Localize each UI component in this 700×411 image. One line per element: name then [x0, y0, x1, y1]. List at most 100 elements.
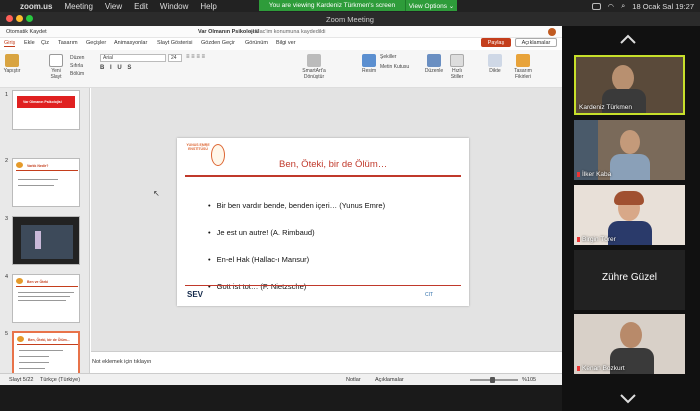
- institute-logo: [211, 144, 225, 166]
- tab-view[interactable]: Görünüm: [245, 40, 268, 46]
- menu-help[interactable]: Help: [200, 2, 216, 11]
- chevron-up-icon[interactable]: [620, 34, 636, 44]
- notes-pane[interactable]: Not eklemek için tıklayın: [91, 351, 562, 373]
- thumbnail-text-line: [19, 362, 49, 363]
- battery-icon[interactable]: [591, 2, 601, 10]
- thumbnail-rule: [17, 344, 78, 345]
- menu-edit[interactable]: Edit: [134, 2, 148, 11]
- designer-button[interactable]: Tasarım Fikirleri: [512, 54, 534, 80]
- autosave-toggle[interactable]: Otomatik Kaydet: [6, 29, 47, 35]
- tab-draw[interactable]: Çiz: [41, 40, 49, 46]
- tab-transitions[interactable]: Geçişler: [86, 40, 106, 46]
- thumbnail-slide-3[interactable]: [12, 216, 80, 265]
- tab-tell-me[interactable]: Bilgi ver: [276, 40, 296, 46]
- current-slide[interactable]: YUNUS EMRE ENSTİTÜSÜ Ben, Öteki, bir de …: [177, 138, 469, 306]
- share-button[interactable]: Paylaş: [481, 38, 511, 47]
- tab-design[interactable]: Tasarım: [58, 40, 78, 46]
- tab-home[interactable]: Giriş: [4, 40, 16, 47]
- clock-label[interactable]: 18 Ocak Sal 19:27: [632, 2, 694, 11]
- designer-icon: [516, 54, 530, 67]
- thumbnail-text-line: [18, 292, 74, 293]
- video-tile-ilker[interactable]: İlker Kaba: [574, 120, 685, 180]
- comments-toggle[interactable]: Açıklamalar: [375, 377, 404, 383]
- thumbnail-text-line: [19, 368, 45, 369]
- notes-placeholder[interactable]: Not eklemek için tıklayın: [92, 359, 151, 365]
- status-bar: Slayt 5/22 Türkçe (Türkiye) Notlar Açıkl…: [0, 373, 562, 385]
- convert-smartart-button[interactable]: SmartArt'a Dönüştür: [298, 54, 330, 80]
- muted-mic-icon: [577, 171, 580, 177]
- quick-styles-button[interactable]: Hızlı Stiller: [448, 54, 466, 80]
- slide-thumbnails-pane: 1 Var Olmanın Psikolojisi 2 Varlık Nedir…: [0, 88, 90, 394]
- tab-animations[interactable]: Animasyonlar: [114, 40, 147, 46]
- clipboard-icon: [5, 54, 19, 67]
- tab-review[interactable]: Gözden Geçir: [201, 40, 235, 46]
- menu-window[interactable]: Window: [160, 2, 188, 11]
- tab-insert[interactable]: Ekle: [24, 40, 35, 46]
- thumbnail-slide-1[interactable]: Var Olmanın Psikolojisi: [12, 90, 80, 130]
- textbox-button[interactable]: Metin Kutusu: [380, 64, 409, 70]
- participant-name: İlker Kaba: [577, 171, 611, 178]
- language-indicator[interactable]: Türkçe (Türkiye): [40, 377, 80, 383]
- slide-bullet[interactable]: Je est un autre! (A. Rimbaud): [208, 228, 315, 237]
- slide-bullet[interactable]: En-el Hak (Hallac-ı Mansur): [208, 255, 310, 264]
- participant-name: Birgin Törer: [577, 236, 616, 243]
- participant-body: [610, 154, 650, 180]
- paragraph-controls[interactable]: ≡ ≡ ≡ ≡: [186, 54, 286, 80]
- layout-button[interactable]: Düzen: [70, 54, 84, 62]
- window-titlebar: Zoom Meeting: [0, 12, 700, 26]
- participant-name-placeholder: Zühre Güzel: [601, 272, 658, 283]
- paste-button[interactable]: Yapıştır: [3, 54, 21, 74]
- arrange-button[interactable]: Düzenle: [424, 54, 444, 74]
- menu-meeting[interactable]: Meeting: [64, 2, 92, 11]
- slide-bullet[interactable]: Bir ben vardır bende, benden içeri… (Yun…: [208, 201, 385, 210]
- chevron-down-icon[interactable]: [620, 394, 636, 404]
- thumbnail-title: Ben ve Öteki: [27, 280, 49, 284]
- thumbnail-number: 1: [5, 92, 9, 98]
- ribbon-toolbar: Yapıştır Yeni Slayt Düzen Sıfırla Bölüm …: [0, 50, 562, 88]
- new-slide-button[interactable]: Yeni Slayt: [46, 54, 66, 80]
- maximize-window-button[interactable]: [26, 15, 33, 22]
- tab-slideshow[interactable]: Slayt Gösterisi: [157, 40, 192, 46]
- participant-name: Kenan Bozkurt: [577, 365, 625, 372]
- zoom-level[interactable]: %105: [522, 377, 536, 383]
- search-icon[interactable]: ⌕: [621, 1, 625, 11]
- video-tile-kenan[interactable]: Kenan Bozkurt: [574, 314, 685, 374]
- slide-title[interactable]: Ben, Öteki, bir de Ölüm…: [279, 159, 387, 170]
- menu-app-name[interactable]: zoom.us: [20, 2, 52, 11]
- video-tile-zuhre[interactable]: Zühre Güzel: [574, 250, 685, 310]
- dictate-button[interactable]: Dikte: [485, 54, 505, 74]
- notes-toggle[interactable]: Notlar: [346, 377, 361, 383]
- comments-button[interactable]: Açıklamalar: [515, 38, 557, 47]
- screen-share-banner: You are viewing Kardeniz Türkmen's scree…: [259, 0, 405, 11]
- institute-logo-text: YUNUS EMRE ENSTİTÜSÜ: [186, 143, 210, 151]
- font-family-select[interactable]: Arial: [100, 54, 166, 62]
- picture-icon: [362, 54, 376, 67]
- footer-rule: [185, 285, 461, 286]
- slide-bullet[interactable]: Gott ist tot… (F. Nietzsche): [208, 282, 307, 291]
- picture-button[interactable]: Resim: [362, 54, 376, 74]
- close-window-button[interactable]: [6, 15, 13, 22]
- reset-button[interactable]: Sıfırla: [70, 62, 84, 70]
- wifi-icon[interactable]: ◠: [608, 2, 615, 11]
- thumbnail-number: 2: [5, 158, 9, 164]
- logo-icon: [16, 162, 23, 168]
- menu-view[interactable]: View: [105, 2, 122, 11]
- thumbnail-rule: [16, 170, 78, 171]
- thumbnail-slide-2[interactable]: Varlık Nedir?: [12, 158, 80, 207]
- view-options-button[interactable]: View Options ⌄: [405, 0, 457, 11]
- thumbnail-title: Var Olmanın Psikolojisi: [23, 100, 62, 104]
- shapes-button[interactable]: Şekiller: [380, 54, 396, 60]
- participant-name-text: Birgin Törer: [582, 236, 616, 243]
- video-tile-birgin[interactable]: Birgin Törer: [574, 185, 685, 245]
- minimize-window-button[interactable]: [16, 15, 23, 22]
- title-underline: [185, 175, 461, 177]
- user-avatar[interactable]: [548, 28, 556, 36]
- section-button[interactable]: Bölüm: [70, 70, 84, 78]
- participant-hair: [614, 191, 644, 205]
- video-tile-kardeniz[interactable]: Kardeniz Türkmen: [574, 55, 685, 115]
- zoom-slider-thumb[interactable]: [490, 377, 495, 383]
- thumbnail-slide-4[interactable]: Ben ve Öteki: [12, 274, 80, 323]
- thumbnail-text-line: [18, 296, 70, 297]
- text-format-buttons[interactable]: B I U S: [100, 65, 133, 71]
- font-size-select[interactable]: 24: [168, 54, 182, 62]
